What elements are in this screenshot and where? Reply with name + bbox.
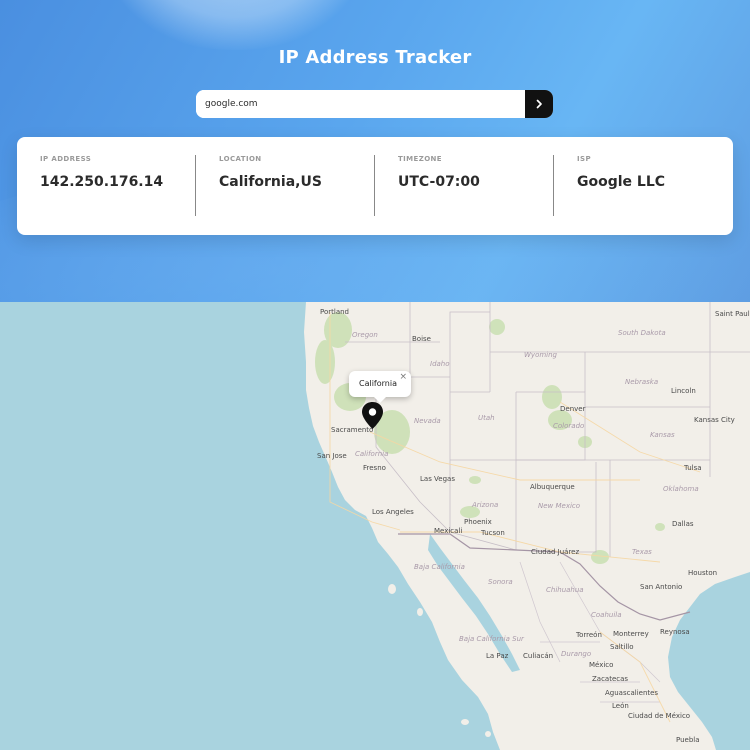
isp-section: ISP Google LLC xyxy=(577,155,665,190)
timezone-value: UTC-07:00 xyxy=(398,174,480,190)
map-label-boise: Boise xyxy=(412,335,431,343)
map-label-mexico: México xyxy=(589,661,614,669)
popup-location-text: California xyxy=(359,379,397,388)
map-label-kansas: Kansas xyxy=(650,431,675,439)
map-label-nevada: Nevada xyxy=(414,417,441,425)
map-label-utah: Utah xyxy=(478,414,495,422)
map-label-baja-california-sur: Baja California Sur xyxy=(459,635,524,643)
map-label-san-antonio: San Antonio xyxy=(640,583,683,591)
map-label-san-jose: San Jose xyxy=(317,452,347,460)
map-label-tulsa: Tulsa xyxy=(684,464,702,472)
map-label-coahuila: Coahuila xyxy=(591,611,622,619)
map-pin-icon xyxy=(362,402,383,429)
location-section: LOCATION California,US xyxy=(219,155,322,190)
ip-address-section: IP ADDRESS 142.250.176.14 xyxy=(40,155,163,190)
map-label-zacatecas: Zacatecas xyxy=(592,675,629,683)
map-label-sonora: Sonora xyxy=(488,578,513,586)
map-label-oklahoma: Oklahoma xyxy=(663,485,699,493)
map-label-aguascalientes: Aguascalientes xyxy=(605,689,659,697)
map-label-portland: Portland xyxy=(320,308,349,316)
map-label-chihuahua: Chihuahua xyxy=(546,586,584,594)
map-label-durango: Durango xyxy=(561,650,592,658)
close-icon[interactable]: × xyxy=(399,372,407,382)
map-label-new-mexico: New Mexico xyxy=(538,502,581,510)
map-label-torreon: Torreón xyxy=(576,631,602,639)
map-label-las-vegas: Las Vegas xyxy=(420,475,455,483)
map-popup: California × xyxy=(349,371,411,403)
timezone-section: TIMEZONE UTC-07:00 xyxy=(398,155,480,190)
map-label-reynosa: Reynosa xyxy=(660,628,690,636)
map-label-texas: Texas xyxy=(632,548,652,556)
map-label-saint-paul: Saint Paul xyxy=(715,310,750,318)
search-button[interactable] xyxy=(525,90,553,118)
ip-info-card: IP ADDRESS 142.250.176.14 LOCATION Calif… xyxy=(17,137,733,235)
isp-label: ISP xyxy=(577,155,591,163)
map-label-south-dakota: South Dakota xyxy=(618,329,666,337)
map-label-dallas: Dallas xyxy=(672,520,694,528)
header-decoration xyxy=(100,0,370,50)
map-label-leon: León xyxy=(612,702,629,710)
map-label-mexicali: Mexicali xyxy=(434,527,463,535)
map-tiles xyxy=(304,302,750,750)
map-label-fresno: Fresno xyxy=(363,464,386,472)
map-label-culiacan: Culiacán xyxy=(523,652,554,660)
map-label-tucson: Tucson xyxy=(481,529,505,537)
map-view[interactable]: Portland Boise Saint Paul South Dakota W… xyxy=(0,302,750,750)
ip-address-value: 142.250.176.14 xyxy=(40,174,164,190)
location-value: California,US xyxy=(219,174,322,190)
map-label-arizona: Arizona xyxy=(472,501,499,509)
map-label-kansas-city: Kansas City xyxy=(694,416,735,424)
ip-address-label: IP ADDRESS xyxy=(40,155,92,163)
header-banner: IP Address Tracker IP ADDRESS 142.250.17… xyxy=(0,0,750,302)
map-label-lincoln: Lincoln xyxy=(671,387,696,395)
map-label-idaho: Idaho xyxy=(430,360,450,368)
map-label-california: California xyxy=(355,450,389,458)
map-label-puebla: Puebla xyxy=(676,736,700,744)
map-marker[interactable] xyxy=(361,402,384,429)
map-label-albuquerque: Albuquerque xyxy=(530,483,575,491)
search-bar xyxy=(196,90,553,118)
map-label-colorado: Colorado xyxy=(553,422,585,430)
map-label-monterrey: Monterrey xyxy=(613,630,649,638)
map-label-houston: Houston xyxy=(688,569,718,577)
map-label-baja-california: Baja California xyxy=(414,563,465,571)
map-label-denver: Denver xyxy=(560,405,586,413)
map-label-ciudad-juarez: Ciudad Juárez xyxy=(531,548,580,556)
chevron-right-icon xyxy=(536,99,542,109)
location-label: LOCATION xyxy=(219,155,262,163)
map-label-phoenix: Phoenix xyxy=(464,518,492,526)
page-title: IP Address Tracker xyxy=(278,47,472,68)
divider xyxy=(195,155,196,216)
map-label-ciudad-de-mexico: Ciudad de México xyxy=(628,712,691,720)
isp-value: Google LLC xyxy=(577,174,666,190)
map-label-los-angeles: Los Angeles xyxy=(372,508,414,516)
map-label-wyoming: Wyoming xyxy=(524,351,557,359)
map-label-la-paz: La Paz xyxy=(486,652,509,660)
divider xyxy=(553,155,554,216)
map-label-oregon: Oregon xyxy=(352,331,378,339)
map-label-saltillo: Saltillo xyxy=(610,643,634,651)
timezone-label: TIMEZONE xyxy=(398,155,442,163)
search-input[interactable] xyxy=(196,90,525,118)
divider xyxy=(374,155,375,216)
map-label-nebraska: Nebraska xyxy=(625,378,659,386)
